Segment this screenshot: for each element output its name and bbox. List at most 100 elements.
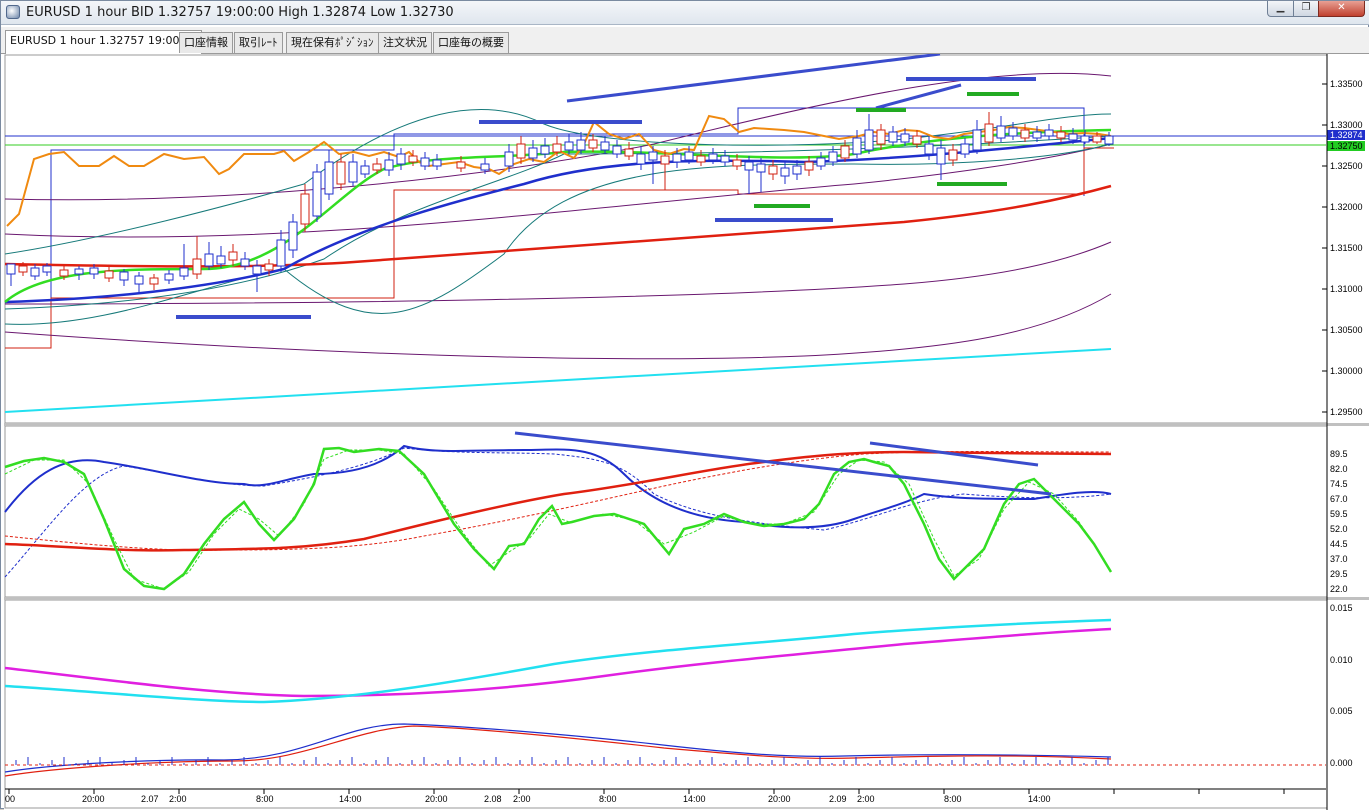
candle-body: [828, 151, 838, 163]
candle-body: [74, 268, 84, 275]
candle-body: [18, 265, 28, 273]
time-tick: 14:00: [1028, 794, 1051, 804]
app-window: EURUSD 1 hour BID 1.32757 19:00:00 High …: [0, 0, 1369, 810]
price-tick: 1.30000: [1330, 366, 1363, 376]
candle-body: [42, 265, 52, 273]
time-tick: 2.07: [141, 794, 159, 804]
candle-body: [396, 153, 406, 165]
candle-body: [312, 171, 322, 217]
time-tick: 2:00: [169, 794, 187, 804]
candle-body: [840, 145, 850, 159]
tab-chart[interactable]: EURUSD 1 hour 1.32757 19:00:00: [5, 30, 203, 54]
candle-body: [6, 263, 16, 275]
candle-body: [576, 139, 586, 151]
candle-body: [888, 131, 898, 143]
candle-body: [768, 165, 778, 175]
stoch-tick: 37.0: [1330, 554, 1348, 564]
candle-body: [804, 161, 814, 171]
minimize-icon: ▁: [1276, 2, 1285, 13]
candle-body: [348, 161, 358, 183]
time-tick: 14:00: [683, 794, 706, 804]
chart-area[interactable]: 1.33500 1.33000 1.32500 1.32000 1.31500 …: [4, 54, 1369, 810]
candle-body: [972, 129, 982, 151]
candle-body: [59, 269, 69, 277]
candle-body: [360, 165, 370, 175]
price-tick: 1.30500: [1330, 325, 1363, 335]
candle-body: [1092, 135, 1102, 143]
bottom-tick: 0.000: [1330, 758, 1353, 768]
time-tick: 8:00: [599, 794, 617, 804]
candle-body: [288, 221, 298, 251]
candle-body: [648, 151, 658, 161]
candle-body: [864, 129, 874, 151]
time-tick: 00: [5, 794, 15, 804]
title-bar[interactable]: EURUSD 1 hour BID 1.32757 19:00:00 High …: [1, 1, 1369, 25]
stoch-tick: 22.0: [1330, 584, 1348, 594]
panel-separator[interactable]: [4, 423, 1369, 426]
time-tick: 2.09: [829, 794, 847, 804]
candle-body: [720, 155, 730, 163]
candle-body: [876, 129, 886, 145]
restore-button[interactable]: ❐: [1293, 1, 1319, 17]
stoch-tick: 59.5: [1330, 509, 1348, 519]
panel-separator[interactable]: [4, 597, 1369, 600]
candle-body: [960, 143, 970, 155]
candle-body: [1080, 135, 1090, 143]
candle-body: [1032, 131, 1042, 139]
minimize-button[interactable]: ▁: [1267, 1, 1294, 17]
time-tick: 8:00: [944, 794, 962, 804]
candle-body: [684, 151, 694, 161]
chart-svg[interactable]: 1.33500 1.33000 1.32500 1.32000 1.31500 …: [4, 54, 1369, 810]
candle-body: [252, 265, 262, 275]
tab-orders[interactable]: 注文状況: [378, 32, 432, 53]
candle-body: [624, 148, 634, 157]
candle-body: [744, 161, 754, 171]
candle-body: [89, 267, 99, 275]
candle-body: [1044, 129, 1054, 137]
price-tick: 1.32500: [1330, 161, 1363, 171]
candle-body: [600, 141, 610, 151]
stoch-tick: 67.0: [1330, 494, 1348, 504]
time-tick: 20:00: [425, 794, 448, 804]
close-button[interactable]: ✕: [1318, 1, 1365, 17]
tab-account-info[interactable]: 口座情報: [179, 32, 233, 53]
candle-body: [149, 277, 159, 285]
bottom-tick: 0.005: [1330, 706, 1353, 716]
candle-body: [408, 155, 418, 163]
app-icon: [6, 5, 20, 19]
tab-account-summary[interactable]: 口座毎の概要: [433, 32, 509, 53]
candle-body: [672, 153, 682, 163]
candle-body: [300, 193, 310, 225]
candle-body: [1056, 131, 1066, 139]
time-tick: 20:00: [768, 794, 791, 804]
time-tick: 14:00: [339, 794, 362, 804]
tab-rates[interactable]: 取引ﾚｰﾄ: [234, 32, 283, 53]
candle-body: [636, 153, 646, 165]
candle-body: [164, 273, 174, 281]
time-tick: 8:00: [256, 794, 274, 804]
candle-body: [480, 163, 490, 171]
candle-body: [104, 270, 114, 279]
candle-body: [456, 161, 466, 169]
candle-body: [912, 135, 922, 145]
candle-body: [240, 258, 250, 267]
candle-body: [1068, 133, 1078, 141]
candle-body: [660, 155, 670, 165]
high-price-label: 1.32874: [1330, 130, 1363, 140]
candle-body: [276, 239, 286, 267]
price-tick: 1.31500: [1330, 243, 1363, 253]
price-tick: 1.29500: [1330, 407, 1363, 417]
tab-positions[interactable]: 現在保有ﾎﾟｼﾞｼｮﾝ: [286, 32, 379, 53]
window-title: EURUSD 1 hour BID 1.32757 19:00:00 High …: [26, 5, 454, 20]
time-tick: 2.08: [484, 794, 502, 804]
candle-body: [432, 159, 442, 167]
stoch-tick: 82.0: [1330, 464, 1348, 474]
candle-body: [612, 145, 622, 155]
candle-body: [30, 267, 40, 277]
bottom-tick: 0.015: [1330, 603, 1353, 613]
candle-body: [564, 141, 574, 151]
candle-body: [119, 271, 129, 281]
time-tick: 20:00: [82, 794, 105, 804]
candle-body: [420, 157, 430, 167]
stoch-tick: 44.5: [1330, 539, 1348, 549]
